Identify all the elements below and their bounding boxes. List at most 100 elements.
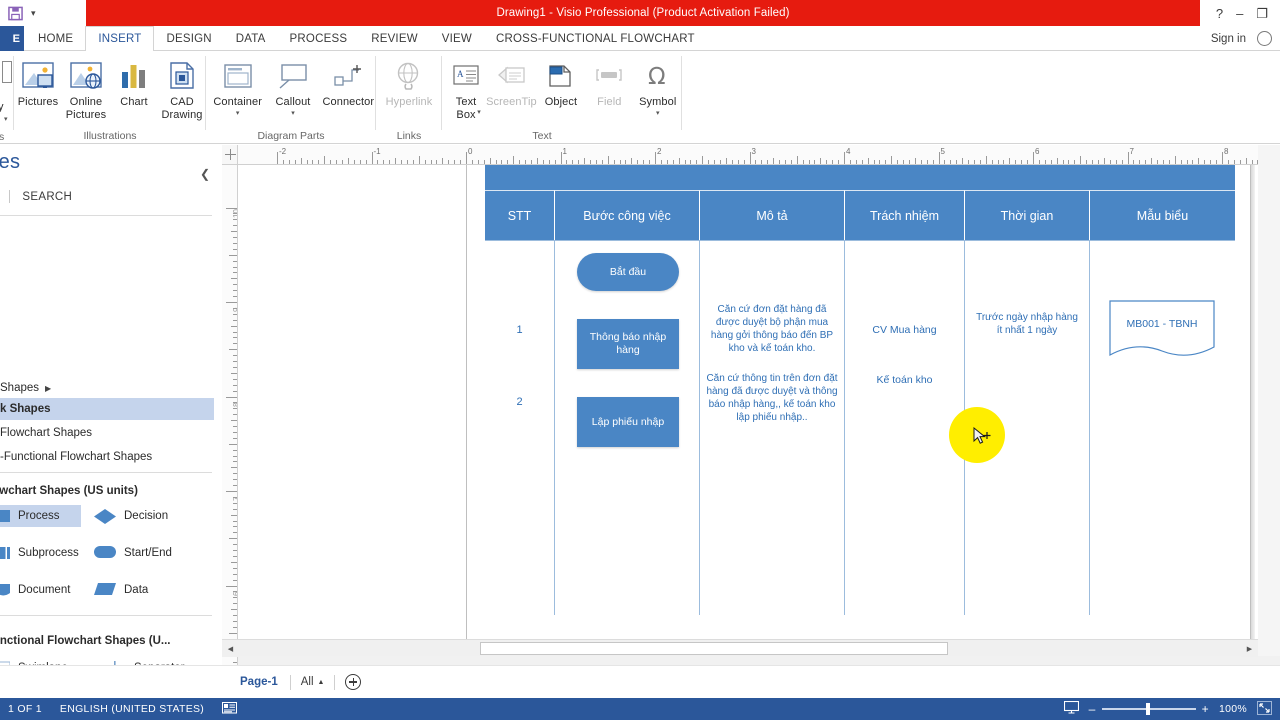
tab-view[interactable]: VIEW: [430, 26, 484, 51]
data-shape-icon: [94, 583, 116, 597]
macro-icon[interactable]: [222, 701, 238, 717]
horizontal-ruler[interactable]: -2 -1 0 1 2 3 4 5 6 7 8: [238, 145, 1280, 165]
help-button[interactable]: ?: [1216, 7, 1223, 20]
column-header-4[interactable]: Thời gian: [965, 190, 1090, 240]
stencil-subprocess[interactable]: Subprocess: [0, 542, 85, 564]
tab-cross-functional-flowchart[interactable]: CROSS-FUNCTIONAL FLOWCHART: [484, 26, 707, 51]
object-button[interactable]: Object: [537, 56, 585, 109]
stencil-document[interactable]: Document: [0, 579, 76, 601]
callout-button[interactable]: Callout ▾: [265, 56, 320, 118]
ruler-label: 6: [1035, 147, 1040, 156]
chart-button[interactable]: Chart: [110, 56, 158, 109]
zoom-track[interactable]: [1101, 703, 1196, 716]
fit-page-icon[interactable]: [1257, 700, 1272, 718]
symbol-button[interactable]: Ω Symbol ▾: [634, 56, 682, 118]
stencil-process[interactable]: Process: [0, 505, 81, 527]
column-header-5[interactable]: Mẫu biểu: [1090, 190, 1235, 240]
time-row1: Trước ngày nhập hàng ít nhất 1 ngày: [976, 312, 1078, 336]
ruler-tick: [914, 158, 916, 164]
connector-button[interactable]: Connector: [321, 56, 376, 109]
scroll-left-icon[interactable]: ◀: [222, 640, 239, 657]
minimize-button[interactable]: –: [1236, 7, 1243, 20]
flowchart-body: 1 2 Bắt đầu Thông báo nhập hàng Lập phiế…: [485, 240, 1235, 615]
cross-functional-flowchart[interactable]: STT Bước công việc Mô tả Trách nhiệm Thời gi…: [485, 165, 1235, 615]
ruler-tick: [226, 302, 237, 304]
qat-more-icon[interactable]: ▾: [31, 8, 36, 18]
online-pictures-button[interactable]: Online Pictures: [62, 56, 110, 121]
tab-search[interactable]: SEARCH: [22, 191, 72, 203]
chevron-down-icon[interactable]: ▾: [656, 110, 660, 118]
shape-start[interactable]: Bắt đầu: [577, 253, 679, 291]
column-stt[interactable]: 1 2: [485, 240, 555, 615]
language-label[interactable]: ENGLISH (UNITED STATES): [60, 703, 204, 715]
add-page-icon[interactable]: [345, 674, 362, 690]
column-responsibility[interactable]: CV Mua hàng Kế toán kho: [845, 240, 965, 615]
ruler-tick: [956, 160, 958, 164]
column-header-0[interactable]: STT: [485, 190, 555, 240]
ruler-tick: [849, 160, 851, 164]
column-description[interactable]: Căn cứ đơn đặt hàng đã được duyệt bộ phậ…: [700, 240, 845, 615]
account-icon[interactable]: [1257, 31, 1272, 46]
flowchart-title-band[interactable]: [485, 165, 1235, 190]
sidebar-item-flowchart-shapes[interactable]: Flowchart Shapes: [0, 422, 214, 444]
drawing-sheet[interactable]: STT Bước công việc Mô tả Trách nhiệm Thời gi…: [238, 165, 1264, 645]
drawing-canvas[interactable]: -2-1012345678 1098765 STTBước công việcM…: [222, 145, 1280, 665]
column-header-1[interactable]: Bước công việc: [555, 190, 700, 240]
ruler-origin-button[interactable]: [222, 145, 238, 165]
sign-in-button[interactable]: Sign in: [1211, 26, 1246, 51]
shape-step-2[interactable]: Lập phiếu nhập: [577, 397, 679, 447]
scroll-right-icon[interactable]: ▶: [1241, 640, 1258, 657]
restore-button[interactable]: ❐: [1256, 7, 1268, 20]
chevron-down-icon[interactable]: ▾: [236, 110, 240, 118]
column-header-2[interactable]: Mô tả: [700, 190, 845, 240]
sidebar-item-quick-shapes[interactable]: k Shapes: [0, 398, 214, 420]
hyperlink-button[interactable]: Hyperlink: [380, 56, 438, 109]
page-tab-page-1[interactable]: Page-1: [228, 676, 290, 688]
zoom-level-label[interactable]: 100%: [1219, 703, 1247, 715]
save-icon[interactable]: [8, 6, 23, 21]
chevron-down-icon[interactable]: ▾: [477, 109, 481, 117]
shape-document-form[interactable]: MB001 - TBNH: [1108, 299, 1216, 361]
field-button[interactable]: Field: [585, 56, 633, 109]
ruler-tick: [454, 160, 456, 164]
sidebar-item-more-shapes[interactable]: Shapes ▶: [0, 377, 214, 399]
ruler-tick: [873, 160, 875, 164]
stencil-start-end[interactable]: Start/End: [88, 542, 178, 564]
all-pages-button[interactable]: All ▲: [291, 676, 335, 688]
container-button[interactable]: Container ▾: [210, 56, 265, 118]
chevron-down-icon[interactable]: ▾: [291, 110, 295, 118]
hyperlink-label: Hyperlink: [385, 96, 433, 108]
stencil-data[interactable]: Data: [88, 579, 154, 601]
tab-insert[interactable]: INSERT: [85, 26, 155, 52]
ruler-tick: [525, 160, 527, 164]
screentip-button[interactable]: ScreenTip: [486, 56, 537, 109]
stencil-decision[interactable]: Decision: [88, 505, 174, 527]
zoom-thumb[interactable]: [1145, 703, 1150, 716]
text-box-button[interactable]: A Text Box ▾: [446, 56, 486, 121]
sidebar-item-cross-functional-flowchart-shapes[interactable]: -Functional Flowchart Shapes: [0, 446, 214, 468]
shape-step-1[interactable]: Thông báo nhập hàng: [577, 319, 679, 369]
horizontal-scroll-thumb[interactable]: [480, 642, 948, 655]
tab-file[interactable]: E: [0, 26, 24, 51]
vertical-ruler[interactable]: 1098765: [222, 165, 238, 665]
ruler-tick: [1027, 160, 1029, 164]
ruler-tick: [233, 296, 237, 298]
horizontal-scrollbar[interactable]: ◀ ▶: [222, 639, 1258, 657]
column-form[interactable]: MB001 - TBNH: [1090, 240, 1235, 615]
vertical-scrollbar[interactable]: [1258, 145, 1280, 656]
tab-review[interactable]: REVIEW: [359, 26, 430, 51]
cad-drawing-button[interactable]: CAD Drawing: [158, 56, 206, 121]
zoom-out-button[interactable]: –: [1089, 703, 1096, 715]
column-step[interactable]: Bắt đầu Thông báo nhập hàng Lập phiếu nh…: [555, 240, 700, 615]
tab-data[interactable]: DATA: [224, 26, 278, 51]
tab-home[interactable]: HOME: [26, 26, 85, 51]
column-header-3[interactable]: Trách nhiệm: [845, 190, 965, 240]
chevron-left-icon[interactable]: ❮: [200, 167, 210, 181]
pictures-button[interactable]: Pictures: [14, 56, 62, 109]
presentation-mode-icon[interactable]: [1063, 700, 1079, 717]
zoom-in-button[interactable]: +: [1202, 703, 1209, 715]
tab-process[interactable]: PROCESS: [278, 26, 360, 51]
description-row1: Căn cứ đơn đặt hàng đã được duyệt bộ phậ…: [710, 304, 834, 354]
tab-design[interactable]: DESIGN: [154, 26, 223, 51]
zoom-slider[interactable]: – +: [1089, 703, 1209, 716]
